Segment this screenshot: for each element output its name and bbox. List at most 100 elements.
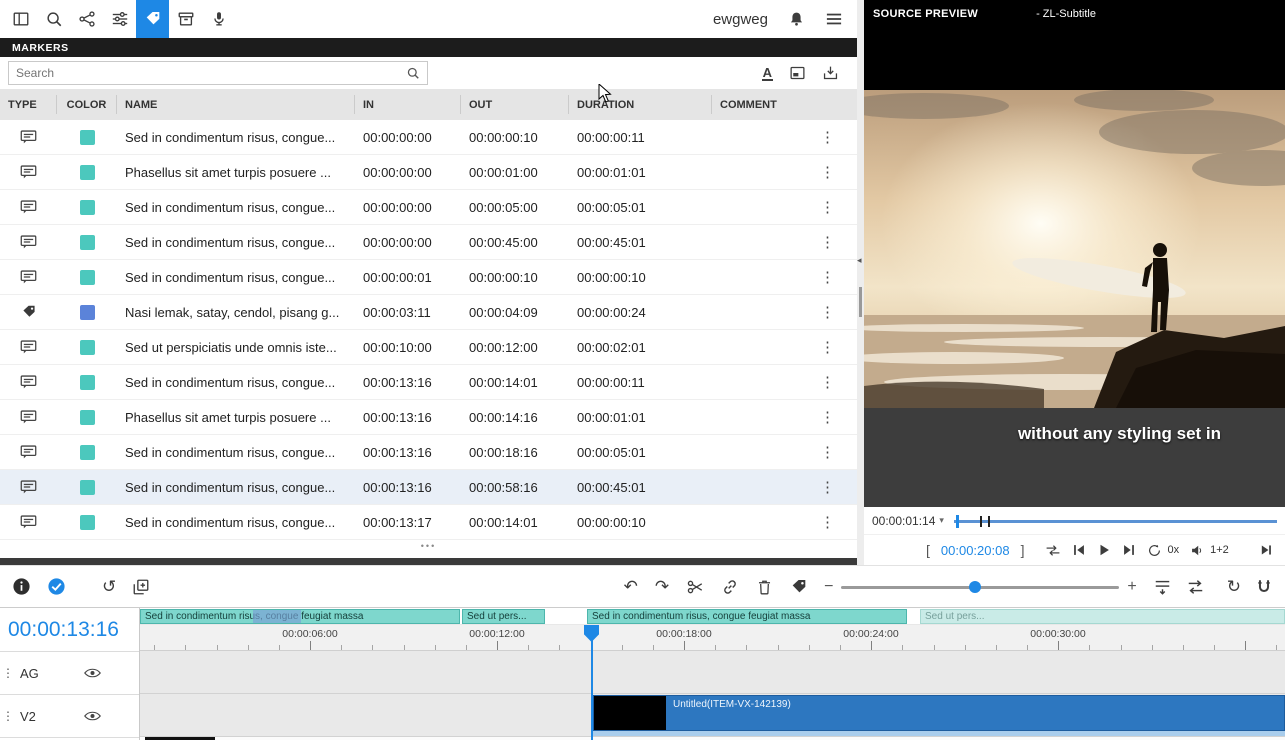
timeline-ruler[interactable]: 00:00:06:0000:00:12:0000:00:18:0000:00:2… <box>140 625 1285 651</box>
panel-divider[interactable]: ◂ <box>857 0 864 565</box>
notifications-bell-icon[interactable] <box>788 10 805 28</box>
undo-icon[interactable]: ↶ <box>624 578 638 595</box>
table-row[interactable]: Sed in condimentum risus, congue... 00:0… <box>0 365 857 400</box>
scrubber-mark-in[interactable] <box>980 516 982 527</box>
row-menu-icon[interactable]: ⋮ <box>820 375 835 390</box>
refresh-icon[interactable]: ↻ <box>1227 578 1241 595</box>
table-row[interactable]: Sed ut perspiciatis unde omnis iste... 0… <box>0 330 857 365</box>
column-duration[interactable]: DURATION <box>569 95 712 114</box>
menu-icon[interactable] <box>825 11 843 27</box>
table-row[interactable]: Sed in condimentum risus, congue... 00:0… <box>0 505 857 540</box>
table-row[interactable]: Sed in condimentum risus, congue... 00:0… <box>0 190 857 225</box>
row-menu-icon[interactable]: ⋮ <box>820 165 835 180</box>
column-out[interactable]: OUT <box>461 95 569 114</box>
video-viewport[interactable]: without any styling set in <box>864 28 1285 507</box>
table-row[interactable]: Sed in condimentum risus, congue... 00:0… <box>0 470 857 505</box>
row-menu-icon[interactable]: ⋮ <box>820 515 835 530</box>
row-menu-icon[interactable]: ⋮ <box>820 130 835 145</box>
column-color[interactable]: COLOR <box>57 95 117 114</box>
zoom-in-icon[interactable]: + <box>1127 578 1136 596</box>
column-in[interactable]: IN <box>355 95 461 114</box>
table-row[interactable]: Sed in condimentum risus, congue... 00:0… <box>0 260 857 295</box>
snap-icon[interactable] <box>1255 578 1273 596</box>
panel-resize-handle[interactable]: ••• <box>0 540 857 552</box>
track-visibility-icon[interactable] <box>84 667 101 679</box>
search-icon[interactable] <box>37 0 70 38</box>
subtitle-track[interactable]: Sed in condimentum risus, congue feugiat… <box>140 608 1285 625</box>
previous-frame-button[interactable] <box>1072 543 1086 557</box>
track-header-ag[interactable]: ⋮ AG <box>0 652 139 695</box>
delete-icon[interactable] <box>756 578 773 596</box>
table-row[interactable]: Sed in condimentum risus, congue... 00:0… <box>0 225 857 260</box>
collapse-panel-icon[interactable]: ◂ <box>857 255 862 266</box>
shuttle-icon[interactable] <box>1045 544 1061 557</box>
row-menu-icon[interactable]: ⋮ <box>820 305 835 320</box>
search-input[interactable] <box>16 66 406 80</box>
archive-icon[interactable] <box>169 0 202 38</box>
subtitle-clip[interactable]: Sed in condimentum risus, congue feugiat… <box>587 609 907 624</box>
column-type[interactable]: TYPE <box>0 95 57 114</box>
column-comment[interactable]: COMMENT <box>712 95 857 114</box>
undo-history-icon[interactable]: ↺ <box>102 578 116 595</box>
column-name[interactable]: NAME <box>117 95 355 114</box>
row-menu-icon[interactable]: ⋮ <box>820 340 835 355</box>
video-clip[interactable]: Untitled(ITEM-VX-142139) <box>593 695 1285 731</box>
table-row[interactable]: Sed in condimentum risus, congue... 00:0… <box>0 120 857 155</box>
row-menu-icon[interactable]: ⋮ <box>820 200 835 215</box>
insert-track-icon[interactable] <box>1153 578 1172 596</box>
subtitle-clip[interactable]: Sed in condimentum risus, congue feugiat… <box>140 609 460 624</box>
zoom-out-icon[interactable]: − <box>824 578 833 596</box>
subtitle-clip[interactable]: Sed ut pers... <box>920 609 1285 624</box>
track-header-v2[interactable]: ⋮ V2 <box>0 695 139 738</box>
row-menu-icon[interactable]: ⋮ <box>820 270 835 285</box>
track-visibility-icon[interactable] <box>84 710 101 722</box>
row-menu-icon[interactable]: ⋮ <box>820 235 835 250</box>
track-ag-lane[interactable] <box>140 651 1285 694</box>
zoom-slider-thumb[interactable] <box>969 581 981 593</box>
playback-speed-control[interactable]: 0x <box>1147 543 1179 558</box>
download-icon[interactable] <box>822 65 839 81</box>
track-drag-handle[interactable]: ⋮ <box>2 666 14 680</box>
table-row[interactable]: Sed in condimentum risus, congue... 00:0… <box>0 435 857 470</box>
scrubber-playhead[interactable] <box>956 515 959 528</box>
microphone-icon[interactable] <box>202 0 235 38</box>
swap-track-icon[interactable] <box>1186 578 1205 596</box>
subtitle-clip[interactable]: Sed ut pers... <box>462 609 545 624</box>
search-submit-icon[interactable] <box>406 66 420 80</box>
cut-icon[interactable] <box>686 578 704 596</box>
table-row[interactable]: Phasellus sit amet turpis posuere ... 00… <box>0 155 857 190</box>
markers-tool-button[interactable] <box>136 0 169 38</box>
add-marker-icon[interactable] <box>790 578 808 596</box>
link-icon[interactable] <box>721 578 739 596</box>
row-menu-icon[interactable]: ⋮ <box>820 480 835 495</box>
filters-icon[interactable] <box>103 0 136 38</box>
row-menu-icon[interactable]: ⋮ <box>820 445 835 460</box>
row-menu-icon[interactable]: ⋮ <box>820 410 835 425</box>
table-row[interactable]: Nasi lemak, satay, cendol, pisang g... 0… <box>0 295 857 330</box>
timecode-dropdown-icon[interactable]: ▾ <box>939 515 944 526</box>
table-row[interactable]: Phasellus sit amet turpis posuere ... 00… <box>0 400 857 435</box>
mark-in-button[interactable]: [ <box>926 542 930 558</box>
scrubber-track[interactable] <box>954 520 1277 523</box>
play-button[interactable] <box>1097 543 1111 557</box>
annotation-icon[interactable] <box>789 65 806 81</box>
text-style-icon[interactable]: A <box>762 66 773 81</box>
divider-scroll-thumb[interactable] <box>859 287 862 317</box>
next-frame-button[interactable] <box>1122 543 1136 557</box>
approve-toggle-icon[interactable] <box>47 577 66 596</box>
info-toggle-icon[interactable] <box>12 577 31 596</box>
duplicate-clip-icon[interactable] <box>132 578 150 596</box>
track-v2-lane[interactable]: Untitled(ITEM-VX-142139) <box>140 694 1285 737</box>
marker-duration: 00:00:00:24 <box>569 305 712 320</box>
scrubber-mark-out[interactable] <box>988 516 990 527</box>
layout-grid-icon[interactable] <box>4 0 37 38</box>
ruler-tick <box>528 645 529 650</box>
zoom-slider[interactable] <box>841 580 1119 594</box>
track-drag-handle[interactable]: ⋮ <box>2 709 14 723</box>
redo-icon[interactable]: ↷ <box>655 578 669 595</box>
mark-out-button[interactable]: ] <box>1021 542 1025 558</box>
goto-end-icon[interactable] <box>1259 543 1273 557</box>
audio-channels-control[interactable]: 1+2 <box>1190 544 1229 557</box>
preview-scrubber[interactable] <box>954 513 1277 529</box>
connections-icon[interactable] <box>70 0 103 38</box>
